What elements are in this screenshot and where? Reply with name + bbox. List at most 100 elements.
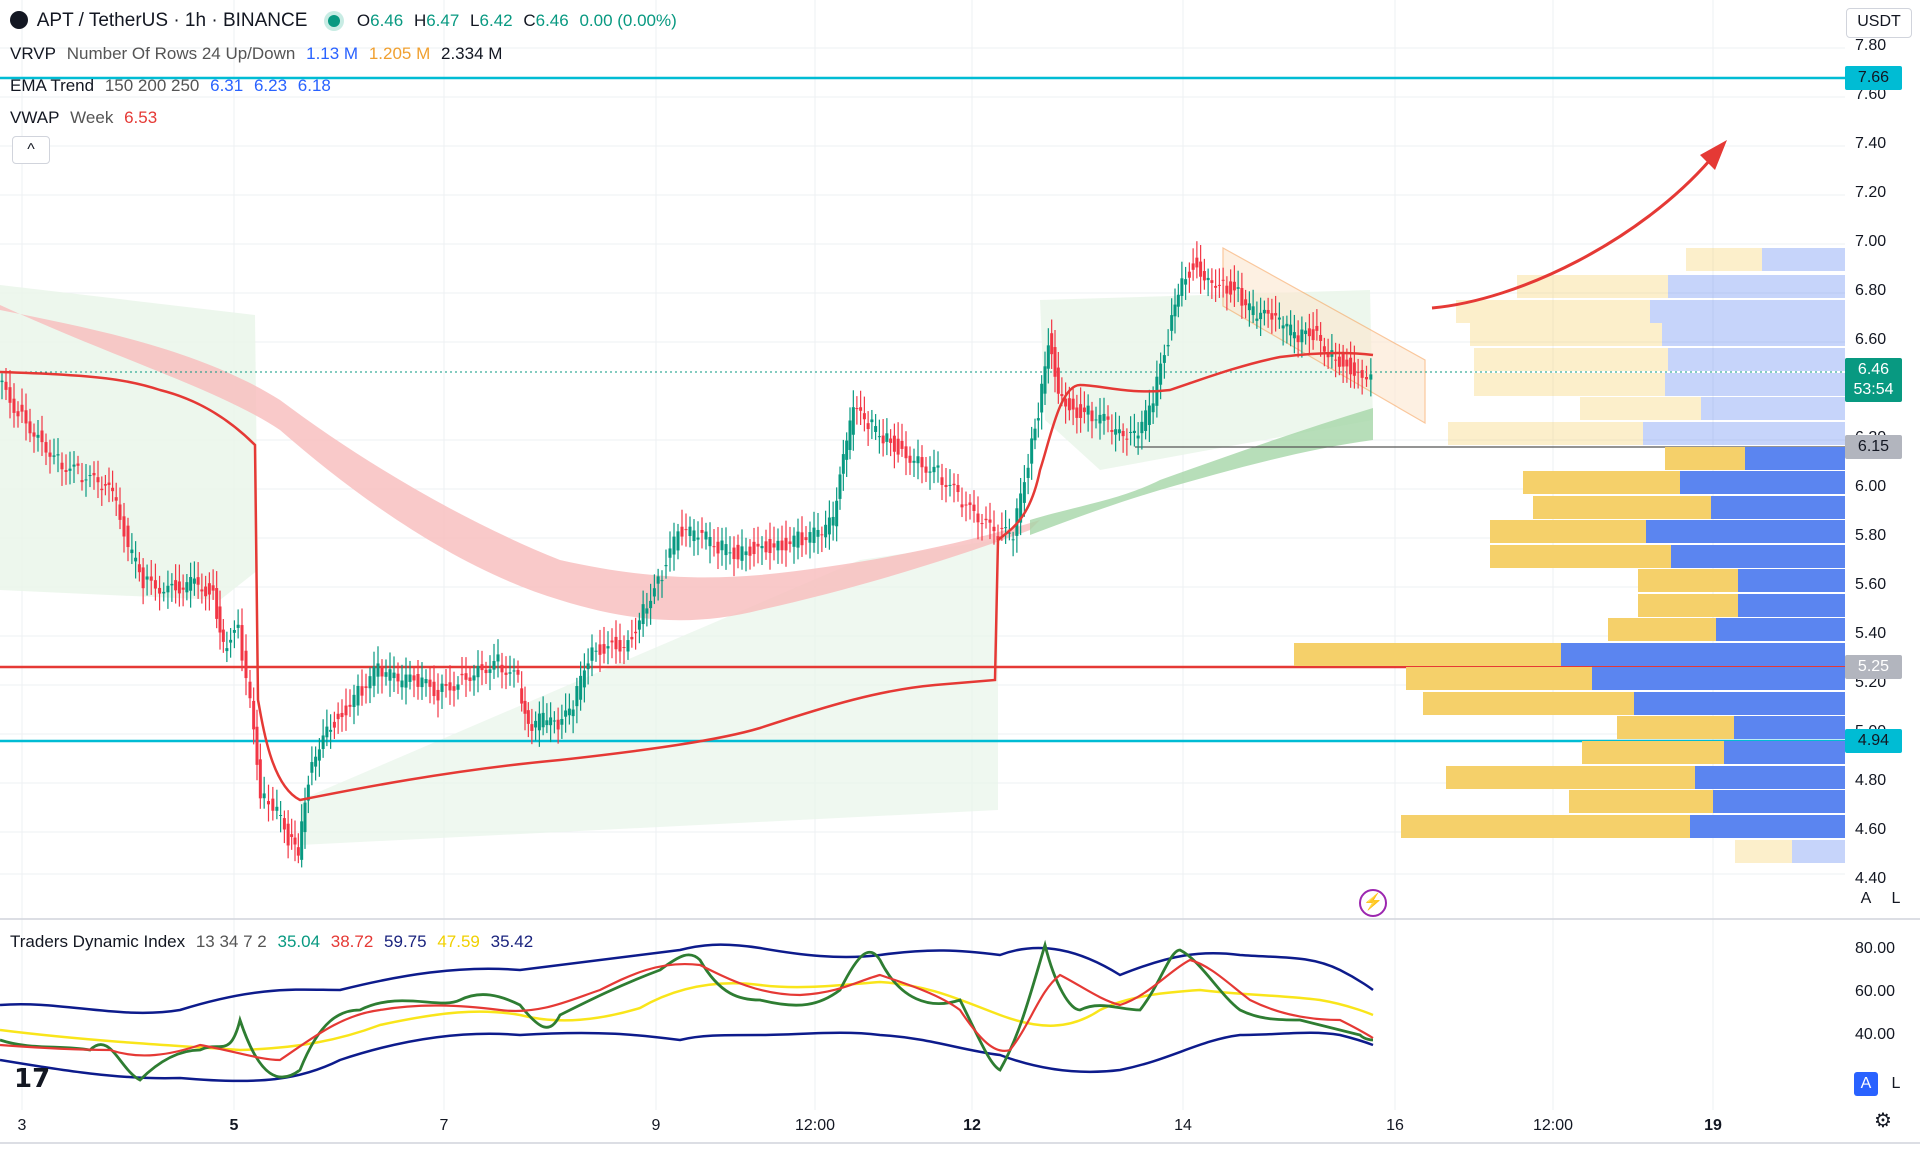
candle-body bbox=[1140, 421, 1144, 434]
candle-body bbox=[1011, 539, 1015, 541]
chart-canvas[interactable] bbox=[0, 0, 1920, 1149]
candle-body bbox=[1082, 407, 1086, 413]
ohlc-close-label: C bbox=[523, 11, 536, 30]
candle-body bbox=[575, 686, 579, 707]
candle-body bbox=[590, 647, 594, 661]
candle-body bbox=[792, 535, 796, 547]
candle-body bbox=[149, 576, 153, 581]
candle-body bbox=[126, 525, 130, 548]
candle-body bbox=[103, 484, 107, 486]
candle-body bbox=[1360, 370, 1364, 378]
candle-body bbox=[60, 462, 64, 470]
vp-up-bar bbox=[1762, 248, 1845, 271]
auto-scale-button[interactable]: A bbox=[1854, 887, 1878, 911]
settings-gear-icon[interactable]: ⚙ bbox=[1872, 1110, 1894, 1132]
candle-body bbox=[956, 485, 960, 493]
candle-body bbox=[664, 565, 668, 567]
tdi-auto-button[interactable]: A bbox=[1854, 1072, 1878, 1096]
candle-body bbox=[804, 537, 808, 541]
candle-body bbox=[932, 466, 936, 473]
candle-body bbox=[1129, 431, 1133, 433]
candle-body bbox=[984, 518, 988, 521]
candle-body bbox=[436, 689, 440, 701]
candle-body bbox=[40, 430, 44, 443]
candle-body bbox=[236, 624, 240, 628]
candle-body bbox=[293, 837, 297, 845]
candle-body bbox=[1345, 359, 1349, 367]
candle-body bbox=[756, 543, 760, 547]
candle-body bbox=[523, 700, 527, 714]
candle-body bbox=[158, 587, 162, 594]
vwap-legend[interactable]: VWAP Week 6.53 bbox=[10, 108, 163, 128]
candle-body bbox=[279, 814, 283, 816]
candle-body bbox=[218, 606, 222, 633]
time-tick-label: 12:00 bbox=[795, 1117, 835, 1134]
tdi-log-button[interactable]: L bbox=[1884, 1072, 1908, 1096]
candle-body bbox=[940, 477, 944, 485]
candle-body bbox=[1244, 299, 1248, 306]
vp-up-bar bbox=[1734, 716, 1845, 739]
candle-body bbox=[255, 726, 259, 765]
candle-body bbox=[1075, 407, 1079, 418]
candle-body bbox=[122, 516, 126, 537]
vrvp-legend[interactable]: VRVP Number Of Rows 24 Up/Down 1.13 M 1.… bbox=[10, 44, 508, 64]
tdi-legend[interactable]: Traders Dynamic Index 13 34 7 2 35.04 38… bbox=[10, 932, 539, 952]
candle-body bbox=[800, 532, 804, 546]
tag-7-66: 7.66 bbox=[1845, 66, 1902, 90]
vp-down-bar bbox=[1569, 790, 1713, 813]
tdi-tick-label: 60.00 bbox=[1855, 983, 1895, 1000]
candle-body bbox=[221, 629, 225, 642]
candle-body bbox=[1221, 279, 1225, 281]
candle-body bbox=[728, 552, 732, 554]
candle-body bbox=[368, 676, 372, 689]
vp-up-bar bbox=[1695, 766, 1845, 789]
candle-body bbox=[400, 680, 404, 688]
candle-body bbox=[440, 683, 444, 692]
symbol-title[interactable]: APT / TetherUS · 1h · BINANCE bbox=[37, 10, 308, 31]
countdown-text: 53:54 bbox=[1853, 381, 1894, 398]
candle-body bbox=[1266, 309, 1270, 314]
price-tick-label: 6.80 bbox=[1855, 282, 1886, 299]
vp-down-bar bbox=[1406, 667, 1592, 690]
candle-body bbox=[716, 541, 720, 554]
candle-body bbox=[1136, 435, 1140, 439]
candle-body bbox=[376, 663, 380, 677]
ohlc-open: 6.46 bbox=[370, 11, 404, 30]
candle-body bbox=[602, 644, 606, 654]
candle-body bbox=[408, 674, 412, 682]
ema-legend[interactable]: EMA Trend 150 200 250 6.31 6.23 6.18 bbox=[10, 76, 337, 96]
tradingview-logo[interactable]: 17 bbox=[14, 1064, 50, 1094]
candle-body bbox=[1180, 278, 1184, 296]
candle-body bbox=[1352, 362, 1356, 376]
vp-down-bar bbox=[1474, 348, 1668, 371]
candle-body bbox=[500, 664, 504, 673]
time-axis[interactable]: 3 5 7 9 12:00 12 14 16 12:00 19 bbox=[0, 1100, 1920, 1149]
candle-body bbox=[724, 544, 728, 556]
candle-body bbox=[56, 454, 60, 456]
candle-body bbox=[1195, 257, 1199, 268]
vp-down-bar bbox=[1608, 618, 1716, 641]
time-tick-label: 16 bbox=[1386, 1117, 1404, 1134]
candle-body bbox=[1060, 394, 1064, 397]
collapse-legend-button[interactable]: ^ bbox=[12, 136, 50, 164]
candle-body bbox=[420, 677, 424, 688]
candle-body bbox=[788, 541, 792, 545]
ohlc-high-label: H bbox=[413, 11, 427, 30]
candle-body bbox=[1199, 261, 1203, 277]
vp-down-bar bbox=[1533, 496, 1711, 519]
candle-body bbox=[424, 679, 428, 684]
tag-4-94: 4.94 bbox=[1845, 729, 1902, 753]
tag-6-15: 6.15 bbox=[1845, 435, 1902, 459]
candle-body bbox=[952, 483, 956, 486]
candle-body bbox=[1043, 366, 1047, 394]
candle-body bbox=[1202, 271, 1206, 281]
candle-body bbox=[859, 407, 863, 411]
lightning-icon[interactable]: ⚡ bbox=[1359, 889, 1387, 917]
price-axis[interactable]: 7.807.607.407.207.006.806.606.206.005.80… bbox=[1845, 0, 1920, 919]
vp-up-bar bbox=[1713, 790, 1845, 813]
candle-body bbox=[972, 504, 976, 511]
candle-body bbox=[637, 620, 641, 630]
log-scale-button[interactable]: L bbox=[1884, 887, 1908, 911]
candle-body bbox=[310, 762, 314, 773]
candle-body bbox=[560, 719, 564, 725]
